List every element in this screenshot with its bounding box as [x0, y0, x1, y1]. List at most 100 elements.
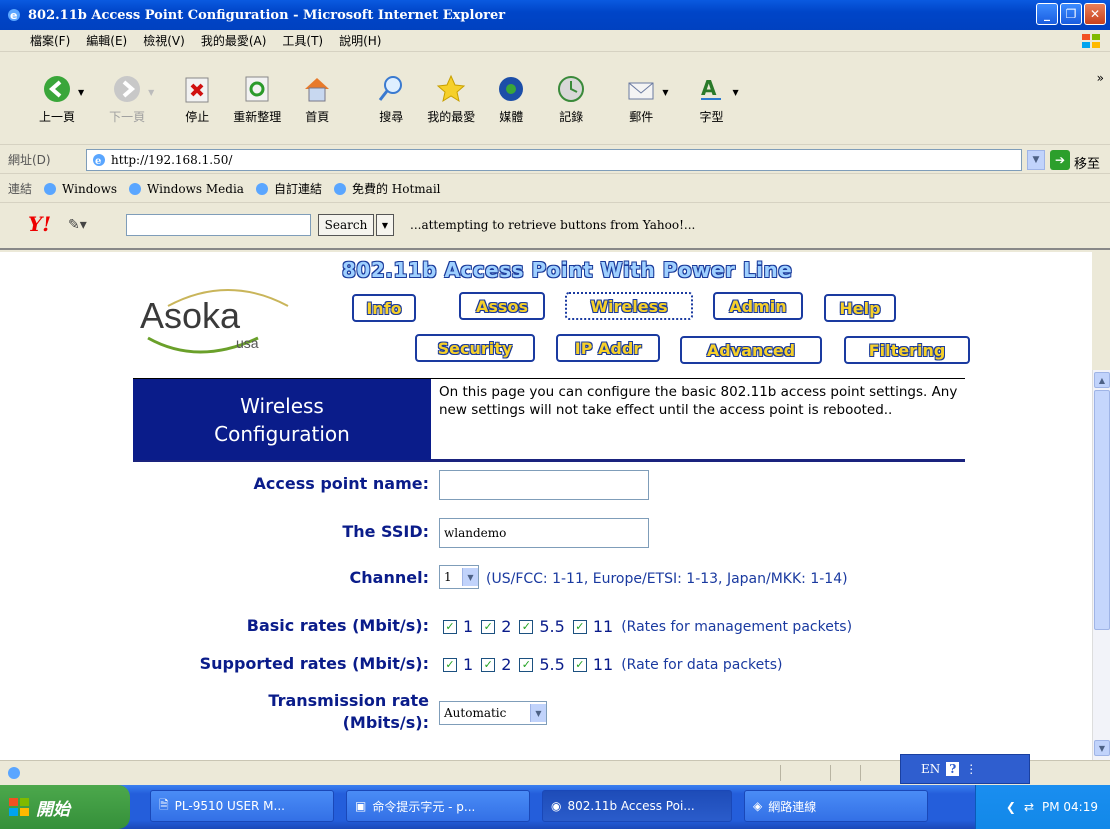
- go-button[interactable]: 移至: [1074, 153, 1100, 172]
- menu-edit[interactable]: 編輯(E): [86, 32, 127, 49]
- yahoo-toolbar: Y! ✎▾ Search ▼ ...attempting to retrieve…: [0, 204, 1110, 250]
- standard-toolbar: 上一頁 ▼ 下一頁 ▼ 停止 重新整理 首頁 搜尋 我的最愛 媒體 記錄 郵件 …: [0, 53, 1110, 145]
- ssid-label: The SSID:: [342, 522, 429, 541]
- supported-rates-label: Supported rates (Mbit/s):: [199, 654, 429, 673]
- font-button[interactable]: A 字型: [682, 73, 740, 125]
- yahoo-search-dropdown-icon[interactable]: ▼: [376, 214, 394, 236]
- language-bar[interactable]: EN ? ⋮: [900, 754, 1030, 784]
- link-custom[interactable]: 自訂連結: [254, 180, 322, 197]
- mail-button[interactable]: 郵件: [612, 73, 670, 125]
- home-icon: [305, 77, 330, 101]
- favorites-button[interactable]: 我的最愛: [422, 73, 480, 125]
- basic-rate-1-checkbox[interactable]: ✓: [443, 619, 457, 634]
- stop-button[interactable]: 停止: [168, 73, 226, 125]
- yahoo-logo[interactable]: Y!: [28, 212, 51, 236]
- ie-link-icon: [255, 182, 268, 195]
- system-tray: ❮ ⇄ PM 04:19: [975, 785, 1110, 829]
- taskbar-item-cmd[interactable]: ▣ 命令提示字元 - p...: [346, 790, 530, 822]
- supported-rate-1-checkbox[interactable]: ✓: [443, 657, 457, 672]
- taskbar-item-network[interactable]: ◈ 網路連線: [744, 790, 928, 822]
- nav-help-button[interactable]: Help: [824, 294, 896, 322]
- word-icon: 🗎: [159, 797, 169, 812]
- basic-rate-11-checkbox[interactable]: ✓: [572, 619, 587, 634]
- clock[interactable]: PM 04:19: [1042, 800, 1098, 814]
- refresh-button[interactable]: 重新整理: [228, 73, 286, 125]
- link-hotmail[interactable]: 免費的 Hotmail: [332, 180, 441, 197]
- toolbar-more-chevron[interactable]: »: [1097, 71, 1104, 85]
- address-label: 網址(D): [8, 153, 51, 167]
- yahoo-search-button[interactable]: Search: [318, 214, 374, 236]
- minimize-button[interactable]: _: [1036, 3, 1058, 25]
- scroll-thumb[interactable]: [1094, 390, 1110, 630]
- ie-status-icon: [8, 766, 20, 779]
- menu-bar: 檔案(F) 編輯(E) 檢視(V) 我的最愛(A) 工具(T) 說明(H): [0, 30, 1110, 52]
- nav-filtering-button[interactable]: Filtering: [844, 336, 970, 364]
- network-tray-icon[interactable]: ⇄: [1024, 800, 1034, 814]
- address-input[interactable]: e http://192.168.1.50/: [86, 149, 1022, 171]
- start-button[interactable]: 開始: [0, 785, 130, 829]
- forward-dropdown-icon[interactable]: ▼: [148, 88, 154, 97]
- tx-rate-select[interactable]: Automatic ▼: [439, 701, 547, 725]
- help-icon[interactable]: ?: [946, 762, 960, 776]
- menu-file[interactable]: 檔案(F): [30, 32, 70, 49]
- menu-favorites[interactable]: 我的最愛(A): [201, 32, 267, 49]
- forward-button[interactable]: 下一頁: [98, 73, 156, 125]
- basic-rate-5.5-checkbox[interactable]: ✓: [519, 619, 534, 634]
- history-icon: [558, 75, 585, 102]
- home-button[interactable]: 首頁: [288, 73, 346, 125]
- restore-button[interactable]: ❐: [1060, 3, 1082, 25]
- supported-rate-5.5-checkbox[interactable]: ✓: [519, 657, 534, 672]
- menu-help[interactable]: 說明(H): [339, 32, 381, 49]
- channel-select[interactable]: 1 ▼: [439, 565, 479, 589]
- nav-wireless-button[interactable]: Wireless: [565, 292, 693, 320]
- menu-view[interactable]: 檢視(V): [143, 32, 185, 49]
- history-button[interactable]: 記錄: [542, 73, 600, 125]
- title-bar: e 802.11b Access Point Configuration - M…: [0, 0, 1110, 30]
- search-button[interactable]: 搜尋: [362, 73, 420, 125]
- media-button[interactable]: 媒體: [482, 73, 540, 125]
- link-windows-media[interactable]: Windows Media: [127, 181, 244, 197]
- vertical-scrollbar[interactable]: ▲ ▼: [1092, 370, 1110, 760]
- close-button[interactable]: ✕: [1084, 3, 1106, 25]
- svg-text:e: e: [10, 9, 17, 22]
- nav-assos-button[interactable]: Assos: [459, 292, 545, 320]
- supported-rate-2-checkbox[interactable]: ✓: [481, 657, 496, 672]
- pencil-icon[interactable]: ✎▾: [68, 217, 87, 233]
- nav-advanced-button[interactable]: Advanced: [680, 336, 822, 364]
- window-title: 802.11b Access Point Configuration - Mic…: [28, 7, 506, 23]
- yahoo-search-input[interactable]: [126, 214, 311, 236]
- language-indicator[interactable]: EN: [921, 762, 940, 776]
- page-content: 802.11b Access Point With Power Line Aso…: [0, 252, 1092, 760]
- svg-text:Asoka: Asoka: [140, 295, 241, 336]
- back-dropdown-icon[interactable]: ▼: [78, 88, 84, 97]
- menu-tools[interactable]: 工具(T): [282, 32, 323, 49]
- nav-info-button[interactable]: Info: [352, 294, 416, 322]
- ap-name-input[interactable]: [439, 470, 649, 500]
- chevron-down-icon: ▼: [462, 568, 478, 586]
- scroll-down-icon[interactable]: ▼: [1094, 740, 1110, 756]
- basic-rate-2-checkbox[interactable]: ✓: [481, 619, 496, 634]
- tray-expand-icon[interactable]: ❮: [1006, 800, 1016, 814]
- mail-dropdown-icon[interactable]: ▼: [662, 88, 668, 97]
- langbar-options-icon[interactable]: ⋮: [965, 762, 977, 776]
- ie-icon: e: [8, 9, 20, 22]
- nav-admin-button[interactable]: Admin: [713, 292, 803, 320]
- ssid-input[interactable]: wlandemo: [439, 518, 649, 548]
- address-dropdown-icon[interactable]: ▼: [1027, 150, 1045, 170]
- supported-rate-11-checkbox[interactable]: ✓: [572, 657, 587, 672]
- svg-text:A: A: [701, 76, 717, 100]
- network-icon: ◈: [753, 799, 763, 813]
- go-arrow-icon[interactable]: ➔: [1050, 150, 1070, 170]
- nav-security-button[interactable]: Security: [415, 334, 535, 362]
- taskbar-item-word[interactable]: 🗎 PL-9510 USER M...: [150, 790, 334, 822]
- link-windows[interactable]: Windows: [42, 181, 117, 197]
- ie-link-icon: [333, 182, 346, 195]
- taskbar-item-ie[interactable]: ◉ 802.11b Access Poi...: [542, 790, 732, 822]
- windows-logo-icon: [1082, 34, 1100, 48]
- nav-ipaddr-button[interactable]: IP Addr: [556, 334, 660, 362]
- scroll-up-icon[interactable]: ▲: [1094, 372, 1110, 388]
- basic-rates-group: ✓ 1 ✓ 2 ✓ 5.5 ✓ 11 (Rates for management pac…: [443, 617, 852, 636]
- section-title: Wireless Configuration: [133, 379, 431, 460]
- back-button[interactable]: 上一頁: [28, 73, 86, 125]
- font-dropdown-icon[interactable]: ▼: [732, 88, 738, 97]
